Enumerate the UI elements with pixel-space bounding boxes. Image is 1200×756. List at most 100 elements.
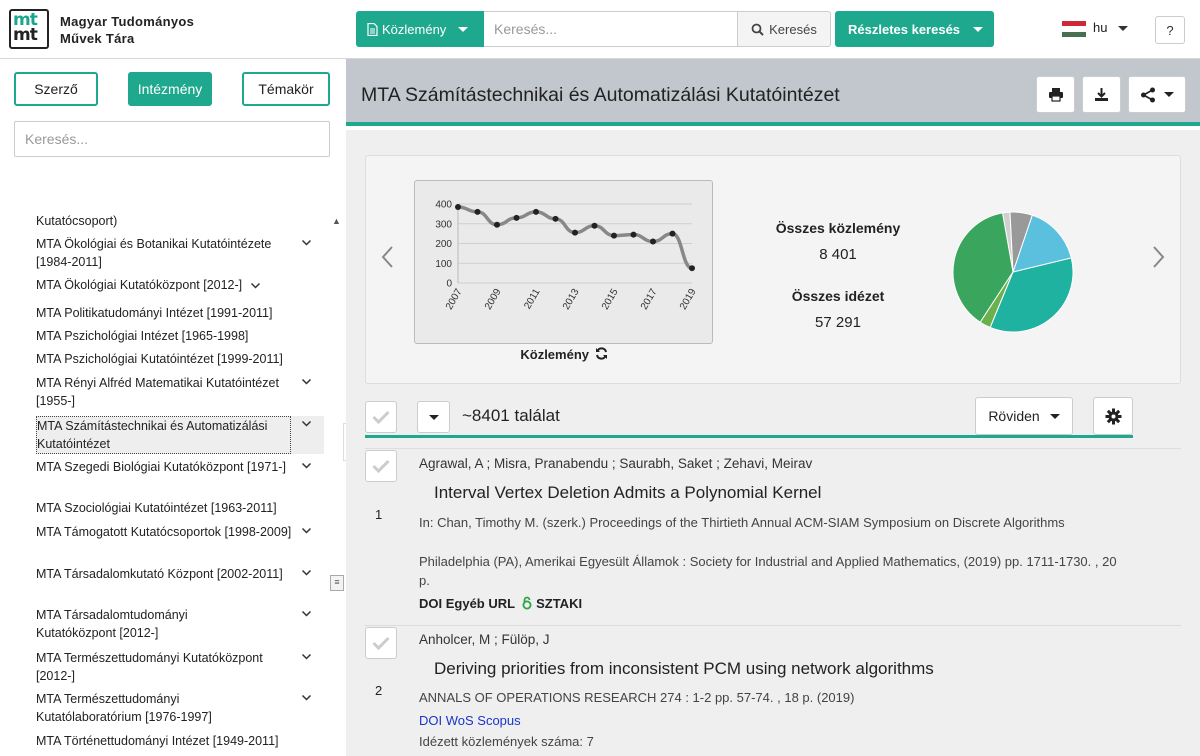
tree-item[interactable]: MTA Támogatott Kutatócsoportok [1998-200… [36, 523, 324, 541]
result-extra-link[interactable]: SZTAKI [536, 596, 582, 611]
data-point[interactable] [533, 208, 539, 215]
data-point[interactable] [474, 208, 481, 215]
result-title[interactable]: Deriving priorities from inconsistent PC… [434, 659, 934, 679]
tree-item[interactable]: MTA Ökológiai és Botanikai Kutatóintézet… [36, 235, 324, 271]
tree-item[interactable]: MTA Természettudományi Kutatólaboratóriu… [36, 690, 324, 726]
view-mode-dropdown[interactable]: Röviden [975, 397, 1073, 435]
caret-down-icon [428, 414, 439, 420]
citations-pie-chart[interactable] [950, 209, 1076, 335]
hungarian-flag-icon[interactable] [1062, 21, 1086, 37]
result-item: 2 Anholcer, M ; Fülöp, J Deriving priori… [365, 626, 1181, 756]
caret-down-icon [1049, 413, 1060, 419]
tab-author[interactable]: Szerző [14, 72, 98, 106]
result-source: In: Chan, Timothy M. (szerk.) Proceeding… [419, 515, 1065, 530]
institution-tree[interactable]: Kutatócsoport) MTA Ökológiai és Botanika… [36, 210, 326, 756]
carousel-prev-icon[interactable] [380, 245, 394, 269]
tree-item[interactable]: MTA Szegedi Biológiai Kutatóközpont [197… [36, 458, 324, 476]
data-point[interactable] [572, 229, 578, 236]
refresh-icon[interactable] [595, 347, 608, 360]
download-button[interactable] [1082, 76, 1121, 113]
x-tick-label: 2013 [561, 287, 582, 312]
tab-topic[interactable]: Témakör [242, 72, 330, 106]
tree-item[interactable]: MTA Társadalomtudományi Kutatóközpont [2… [36, 606, 324, 642]
result-citation-count: Idézett közlemények száma: 7 [419, 734, 594, 749]
data-point[interactable] [513, 214, 520, 221]
chevron-down-icon[interactable] [301, 237, 312, 248]
settings-button[interactable] [1093, 397, 1133, 435]
chevron-down-icon[interactable] [301, 460, 312, 471]
result-links: DOI Egyéb URL SZTAKI [419, 596, 582, 611]
select-all-checkbox[interactable] [365, 401, 397, 433]
print-button[interactable] [1036, 76, 1075, 113]
data-point[interactable] [669, 230, 676, 237]
chevron-down-icon[interactable] [301, 376, 312, 387]
publication-type-dropdown[interactable]: Közlemény [356, 11, 484, 47]
tree-item[interactable]: MTA Szociológiai Kutatóintézet [1963-201… [36, 499, 324, 517]
tree-item[interactable]: MTA Rényi Alfréd Matematikai Kutatóintéz… [36, 374, 324, 410]
tab-institution[interactable]: Intézmény [128, 72, 212, 106]
result-links-text[interactable]: DOI WoS Scopus [419, 713, 521, 728]
data-point[interactable] [630, 231, 637, 238]
tree-item[interactable]: MTA Természettudományi Kutatóközpont [20… [36, 649, 324, 685]
total-citations-label: Összes idézet [791, 288, 885, 304]
results-count: ~8401 találat [462, 406, 560, 425]
caret-down-icon [1164, 92, 1174, 97]
advanced-search-button[interactable]: Részletes keresés [835, 11, 994, 47]
tree-item[interactable]: MTA Politikatudományi Intézet [1991-2011… [36, 304, 324, 322]
bulk-actions-dropdown[interactable] [417, 401, 450, 433]
chevron-down-icon[interactable] [301, 525, 312, 536]
chevron-down-icon[interactable] [301, 692, 312, 703]
chevron-down-icon[interactable] [301, 608, 312, 619]
result-checkbox[interactable] [365, 450, 397, 482]
results-divider [365, 435, 1133, 438]
data-point[interactable] [552, 215, 559, 222]
tree-item[interactable]: MTA Ökológiai Kutatóközpont [2012-] [36, 276, 324, 294]
tree-item-selected[interactable]: MTA Számítástechnikai és Automatizálási … [36, 416, 324, 454]
result-checkbox[interactable] [365, 627, 397, 659]
tree-item[interactable]: MTA Pszichológiai Intézet [1965-1998] [36, 327, 324, 345]
result-source: ANNALS OF OPERATIONS RESEARCH 274 : 1-2 … [419, 690, 855, 705]
result-title[interactable]: Interval Vertex Deletion Admits a Polyno… [434, 483, 821, 503]
chart-caption: Közlemény [418, 347, 710, 362]
share-button[interactable] [1128, 76, 1186, 113]
search-input[interactable] [484, 11, 738, 47]
data-point[interactable] [689, 265, 695, 272]
x-tick-label: 2015 [600, 287, 621, 312]
search-button[interactable]: Keresés [737, 11, 831, 47]
data-point[interactable] [591, 222, 598, 229]
data-point[interactable] [611, 232, 617, 239]
tree-item[interactable]: MTA Pszichológiai Kutatóintézet [1999-20… [36, 350, 324, 368]
x-tick-label: 2011 [522, 287, 542, 312]
tree-item[interactable]: MTA Történettudományi Intézet [1949-2011… [36, 732, 324, 750]
tree-item[interactable]: Kutatócsoport) [36, 212, 324, 230]
chevron-down-icon[interactable] [301, 651, 312, 662]
language-selector[interactable]: hu [1093, 20, 1107, 35]
open-access-icon [522, 596, 532, 610]
carousel-next-icon[interactable] [1152, 245, 1166, 269]
brand-name[interactable]: Magyar Tudományos Művek Tára [60, 13, 194, 47]
scroll-up-icon[interactable]: ▲ [332, 216, 341, 226]
result-links-text[interactable]: DOI Egyéb URL [419, 596, 515, 611]
result-authors[interactable]: Agrawal, A ; Misra, Pranabendu ; Saurabh… [419, 456, 812, 471]
help-button[interactable]: ? [1155, 16, 1185, 44]
sidebar-search-input[interactable] [14, 121, 330, 157]
brand-line-1: Magyar Tudományos [60, 14, 195, 29]
scrollbar-thumb[interactable]: ≡ [330, 575, 344, 591]
data-point[interactable] [455, 203, 461, 210]
chevron-down-icon[interactable] [301, 567, 312, 578]
data-point[interactable] [650, 238, 656, 245]
result-authors[interactable]: Anholcer, M ; Fülöp, J [419, 632, 550, 647]
caret-down-icon[interactable] [1118, 26, 1128, 31]
data-point[interactable] [494, 221, 500, 228]
chevron-down-icon[interactable] [250, 280, 261, 291]
chevron-down-icon[interactable] [301, 418, 312, 429]
publications-line-chart[interactable]: 0 100 200 300 400 2007 2009 2011 2013 2015 2017 20… [420, 192, 710, 322]
brand-line-2: Művek Tára [60, 31, 135, 46]
y-tick-label: 0 [446, 279, 452, 290]
caret-down-icon [973, 26, 984, 32]
view-mode-label: Röviden [988, 408, 1040, 424]
document-icon [367, 22, 378, 36]
logo[interactable]: mt mt [9, 9, 49, 49]
result-links: DOI WoS Scopus [419, 713, 521, 728]
tree-item[interactable]: MTA Társadalomkutató Központ [2002-2011] [36, 565, 324, 583]
